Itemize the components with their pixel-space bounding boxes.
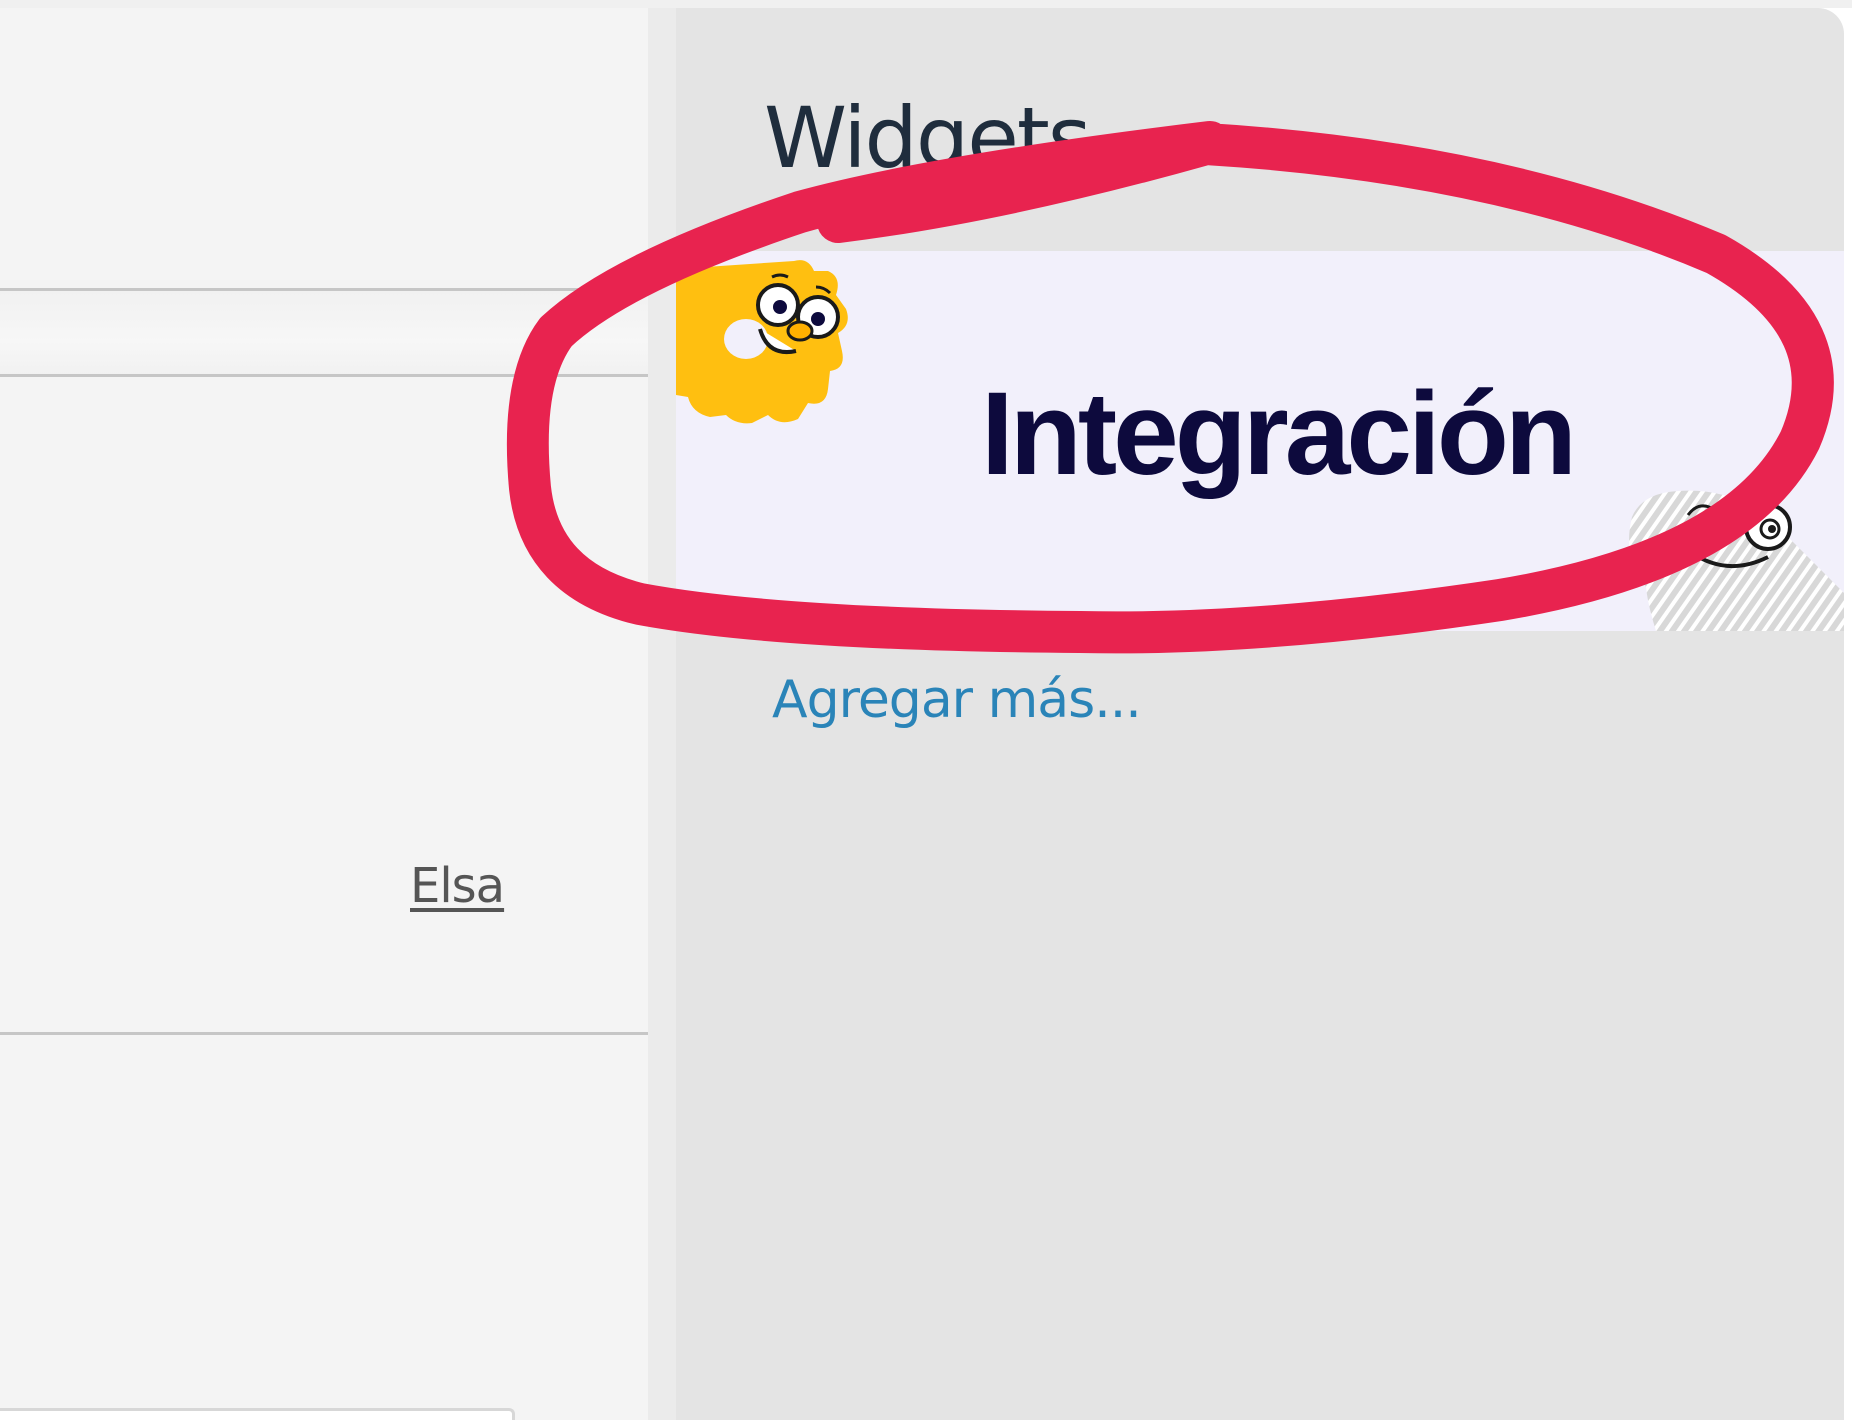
widget-integracion[interactable]: Integración <box>676 251 1844 631</box>
screen: Elsa Widgets Integración Agregar más... <box>0 0 1852 1420</box>
window-top-edge <box>0 0 1852 8</box>
gear-mascot-icon <box>676 260 848 424</box>
widget-label: Integración <box>981 368 1577 500</box>
divider <box>0 1032 648 1035</box>
add-more-link[interactable]: Agregar más... <box>772 670 1142 730</box>
widgets-sidebar: Widgets Integración Agregar más... <box>676 8 1844 1420</box>
main-content-panel: Elsa <box>0 8 648 1420</box>
text-input[interactable] <box>0 1408 515 1420</box>
divider <box>0 374 648 377</box>
ghost-mascot-icon <box>1629 490 1844 631</box>
sidebar-title: Widgets <box>764 89 1092 187</box>
panel-gutter <box>648 8 676 1420</box>
content-toolbar <box>0 291 648 375</box>
user-link[interactable]: Elsa <box>410 858 505 914</box>
